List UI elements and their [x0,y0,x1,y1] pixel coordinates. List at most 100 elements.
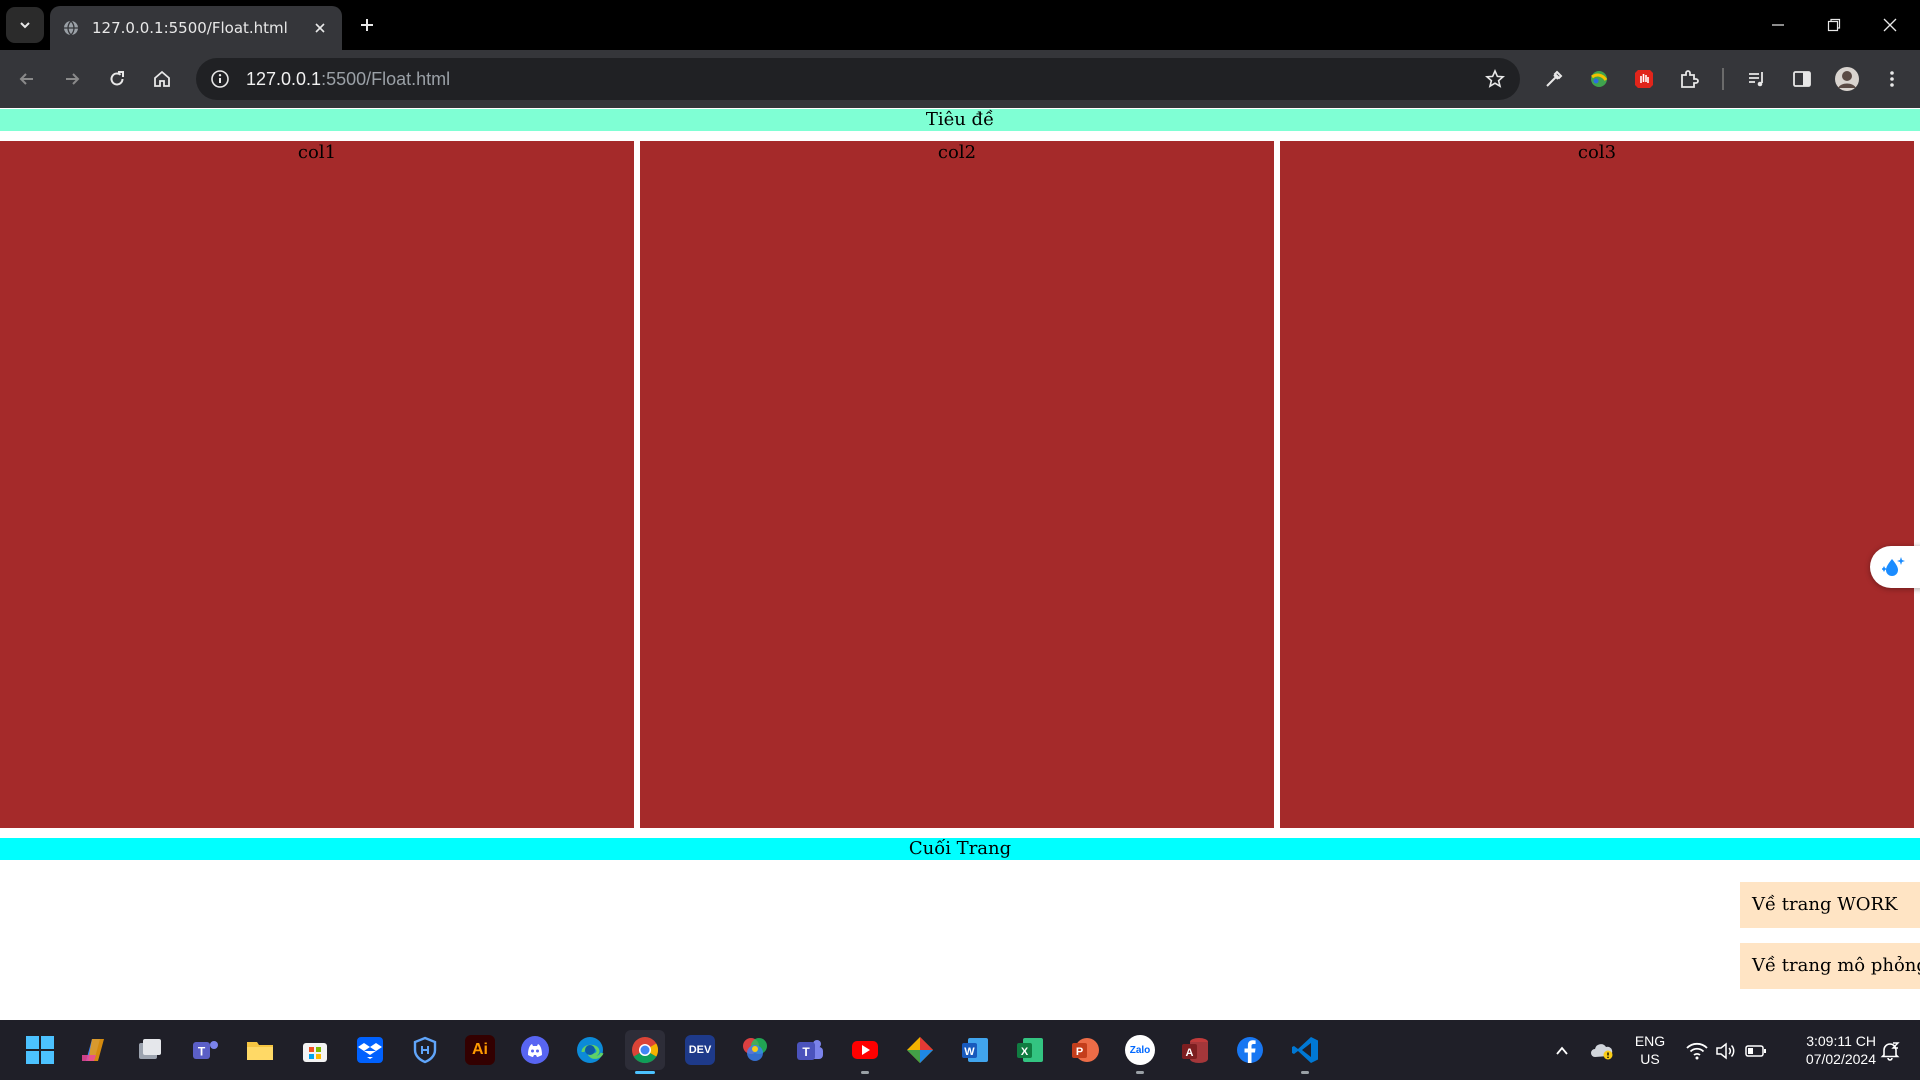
adblock-extension-button[interactable] [1627,62,1661,96]
wifi-status[interactable] [1685,1040,1709,1062]
reload-button[interactable] [100,62,134,96]
taskbar-facebook[interactable] [1230,1030,1270,1070]
info-icon[interactable] [208,67,232,91]
running-indicator [1301,1071,1309,1074]
taskbar-teams-work[interactable]: T [790,1030,830,1070]
forward-button[interactable] [55,62,89,96]
dropbox-icon [357,1037,383,1063]
taskbar-edge[interactable] [570,1030,610,1070]
wifi-icon [1686,1042,1708,1060]
language-indicator[interactable]: ENG US [1628,1032,1672,1068]
taskbar-discord[interactable] [515,1030,555,1070]
battery-status[interactable] [1744,1040,1768,1062]
tab-title: 127.0.0.1:5500/Float.html [92,19,288,37]
taskbar-chrome[interactable] [625,1030,665,1074]
taskbar-vpn[interactable] [405,1030,445,1070]
back-button[interactable] [10,62,44,96]
taskbar-color-app[interactable] [735,1030,775,1070]
clock-date: 07/02/2024 [1805,1051,1876,1067]
page-viewport: Tiêu đề col1 col2 col3 Cuối Trang Về tra… [0,108,1920,1020]
taskbar-dropbox[interactable] [350,1030,390,1070]
eyedropper-extension-button[interactable] [1537,62,1571,96]
arrow-left-icon [19,73,33,85]
address-bar[interactable]: 127.0.0.1:5500/Float.html [196,58,1520,100]
show-hidden-icons-button[interactable] [1550,1040,1574,1062]
media-control-button[interactable] [1740,62,1774,96]
floating-extension-widget[interactable] [1870,546,1920,588]
work-page-link[interactable]: Về trang WORK [1740,882,1920,928]
windows-logo-icon [26,1036,54,1064]
home-button[interactable] [145,62,179,96]
notification-center[interactable] [1878,1040,1902,1062]
devtools-icon: DEV [685,1035,715,1065]
taskbar-illustrator[interactable]: Ai [460,1030,500,1070]
url-path: :5500/Float.html [321,68,451,89]
close-window-button[interactable] [1870,8,1910,42]
extensions-button[interactable] [1672,62,1706,96]
speaker-icon [1716,1042,1735,1060]
cloud-warning-icon [1591,1044,1613,1060]
svg-text:T: T [198,1045,206,1059]
taskbar-microsoft-store[interactable] [295,1030,335,1070]
taskbar-teams[interactable]: T [185,1030,225,1070]
water-drop-sparkle-icon [1882,557,1905,576]
profile-button[interactable] [1830,62,1864,96]
star-icon[interactable] [1482,66,1508,92]
plus-icon [361,19,373,31]
side-panel-button[interactable] [1785,62,1819,96]
column-2: col2 [640,141,1274,828]
taskbar-copilot[interactable] [75,1030,115,1070]
toolbar-divider [1722,68,1724,90]
discord-icon [521,1036,549,1064]
taskbar-zalo[interactable]: Zalo [1120,1030,1160,1074]
taskbar-git[interactable] [900,1030,940,1070]
close-icon[interactable] [310,18,330,38]
restore-button[interactable] [1814,8,1854,42]
restore-icon [1827,18,1841,32]
taskbar-powerpoint[interactable]: P [1065,1030,1105,1070]
taskbar-vscode[interactable] [1285,1030,1325,1074]
vscode-icon [1292,1037,1318,1063]
browser-menu-button[interactable] [1875,62,1909,96]
chevron-down-icon [20,22,30,29]
minimize-button[interactable] [1758,8,1798,42]
access-icon: A [1182,1038,1208,1063]
arrow-right-icon [66,73,80,85]
facebook-icon [1237,1037,1263,1063]
taskbar-file-explorer[interactable] [240,1030,280,1070]
taskbar-word[interactable]: W [955,1030,995,1070]
url-text[interactable]: 127.0.0.1:5500/Float.html [246,69,450,90]
svg-text:T: T [802,1045,810,1059]
running-indicator [861,1071,869,1074]
color-extension-button[interactable] [1582,62,1616,96]
chevron-up-icon [1556,1046,1568,1055]
color-globe-icon [1591,71,1608,87]
avatar-icon [1835,67,1859,91]
new-tab-button[interactable] [352,10,382,40]
taskbar-youtube[interactable] [845,1030,885,1074]
language-code: ENG [1634,1033,1666,1049]
git-icon [907,1037,933,1063]
running-indicator [1136,1071,1144,1074]
taskbar-devtools[interactable]: DEV [680,1030,720,1070]
clock[interactable]: 3:09:11 CH 07/02/2024 [1780,1032,1876,1068]
tab-search-button[interactable] [6,7,44,43]
volume-status[interactable] [1714,1040,1738,1062]
zalo-icon: Zalo [1125,1035,1155,1065]
start-button[interactable] [20,1030,60,1070]
powerpoint-icon: P [1072,1038,1099,1062]
task-view-icon [139,1039,161,1059]
taskbar-excel[interactable]: X [1010,1030,1050,1070]
youtube-icon [852,1041,878,1059]
teams-work-icon: T [797,1040,823,1060]
taskbar-access[interactable]: A [1175,1030,1215,1070]
taskbar-task-view[interactable] [130,1030,170,1070]
simulation-page-link[interactable]: Về trang mô phỏng [1740,943,1920,989]
svg-text:X: X [1021,1046,1029,1058]
side-panel-icon [1793,71,1811,87]
puzzle-icon [1681,70,1699,88]
onedrive-status[interactable] [1590,1040,1614,1062]
more-vertical-icon [1890,71,1894,87]
active-tab[interactable]: 127.0.0.1:5500/Float.html [50,6,342,50]
edge-icon [577,1037,604,1063]
